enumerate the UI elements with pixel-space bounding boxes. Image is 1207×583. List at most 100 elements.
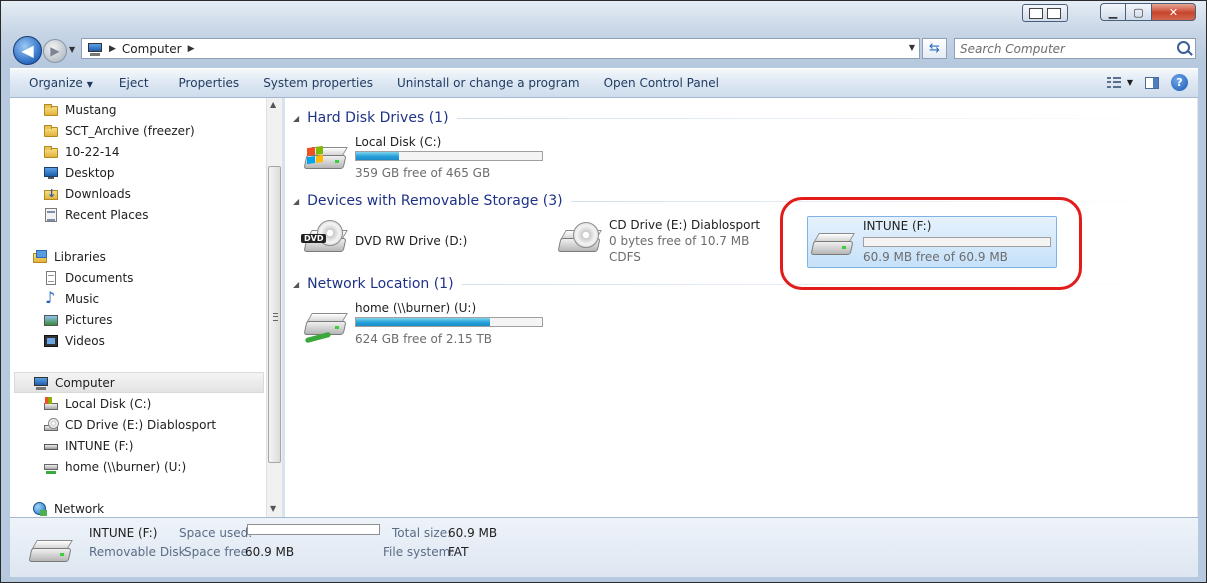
total-size-value: 60.9 MB [448,526,498,540]
content-divider [1197,98,1198,517]
search-icon[interactable] [1177,41,1190,54]
nav-scrollbar[interactable]: ▲ ▼ [266,98,282,517]
nav-item-documents[interactable]: Documents [43,267,133,288]
uninstall-program-button[interactable]: Uninstall or change a program [383,76,590,90]
forward-button[interactable]: ▶ [43,39,67,63]
back-button[interactable]: ◀ [13,36,42,65]
nav-item-computer[interactable]: Computer [14,372,264,393]
group-header-hard-disk-drives[interactable]: ◢ Hard Disk Drives (1) [293,108,1173,128]
group-divider [456,117,1173,119]
scroll-down-arrow-icon[interactable]: ▼ [270,504,276,513]
recent-pages-dropdown[interactable]: ▼ [69,45,75,54]
computer-icon [33,375,49,391]
address-dropdown-icon[interactable]: ▼ [909,43,915,52]
nav-item-home-network[interactable]: home (\\burner) (U:) [43,456,186,477]
minimize-button[interactable]: ▁ [1100,3,1126,21]
nav-item-downloads[interactable]: Downloads [43,183,131,204]
organize-label: Organize [29,76,83,90]
close-button[interactable]: ✕ [1152,3,1196,21]
nav-item-recent-places[interactable]: Recent Places [43,204,148,225]
grip-icon [273,313,278,321]
open-control-panel-button[interactable]: Open Control Panel [590,76,729,90]
network-drive-icon [43,459,59,475]
nav-item-10-22-14[interactable]: 10-22-14 [43,141,119,162]
network-drive-icon [303,309,348,344]
nav-item-music[interactable]: Music [43,288,99,309]
toolbar-right-icons: ▼ ? [1106,74,1188,91]
downloads-icon [43,186,59,202]
nav-item-label: Computer [55,375,115,390]
address-bar[interactable]: ▶ Computer ▶ ▼ [81,38,920,59]
collapse-triangle-icon[interactable]: ◢ [293,114,299,123]
maximize-button[interactable]: ▢ [1126,3,1152,21]
nav-item-label: Music [65,291,100,306]
nav-item-intune[interactable]: INTUNE (F:) [43,435,133,456]
nav-item-network[interactable]: Network [32,498,104,517]
drive-free-space: 359 GB free of 465 GB [355,166,491,180]
refresh-button[interactable]: ⇆ [922,38,947,59]
scroll-up-arrow-icon[interactable]: ▲ [270,100,276,109]
nav-item-cd-drive[interactable]: CD Drive (E:) Diablosport [43,414,216,435]
pictures-icon [43,312,59,328]
drive-name: DVD RW Drive (D:) [355,234,468,248]
nav-item-label: Videos [65,333,105,348]
nav-item-label: SCT_Archive (freezer) [65,123,195,138]
nav-item-videos[interactable]: Videos [43,330,105,351]
nav-item-libraries[interactable]: Libraries [32,246,106,267]
drive-name: CD Drive (E:) Diablosport [609,218,761,232]
details-drive-name: INTUNE (F:) [89,526,158,540]
collapse-triangle-icon[interactable]: ◢ [293,197,299,206]
hard-drive-icon [303,143,348,173]
nav-item-label: Mustang [65,102,117,117]
nav-item-sct-archive[interactable]: SCT_Archive (freezer) [43,120,195,141]
nav-item-desktop[interactable]: Desktop [43,162,115,183]
space-free-label: Space free: [184,545,253,559]
nav-item-label: INTUNE (F:) [65,438,134,453]
computer-icon [87,41,103,57]
eject-button[interactable]: Eject [103,76,159,90]
details-drive-type: Removable Disk [89,545,186,559]
search-input[interactable] [955,39,1175,58]
usage-bar [355,317,543,327]
change-view-button[interactable]: ▼ [1106,76,1133,89]
drive-tile-dvd[interactable]: DVD DVD RW Drive (D:) [301,216,553,268]
drive-tile-local-disk[interactable]: Local Disk (C:) 359 GB free of 465 GB [303,133,553,185]
properties-button[interactable]: Properties [159,76,250,90]
group-title: Network Location (1) [307,276,454,292]
documents-icon [43,270,59,286]
breadcrumb-computer[interactable]: Computer [122,42,182,56]
drive-tile-cd[interactable]: CD Drive (E:) Diablosport 0 bytes free o… [557,216,807,268]
scrollbar-thumb[interactable] [268,166,281,463]
details-usage-bar [247,524,380,535]
nav-item-label: Desktop [65,165,115,180]
details-pane: INTUNE (F:) Removable Disk Space used: S… [10,517,1198,577]
organize-menu[interactable]: Organize ▼ [10,76,103,90]
search-box[interactable] [954,38,1196,59]
space-used-label: Space used: [179,526,253,540]
file-system-value: FAT [448,545,469,559]
views-icon [1106,76,1121,89]
drive-tile-home-network[interactable]: home (\\burner) (U:) 624 GB free of 2.15… [303,299,553,351]
preview-pane-icon[interactable] [1145,76,1159,89]
nav-item-label: Libraries [54,249,106,264]
nav-item-label: Documents [65,270,134,285]
group-title: Devices with Removable Storage (3) [307,193,563,209]
navigation-pane: Mustang SCT_Archive (freezer) 10-22-14 D… [10,98,266,517]
nav-item-label: 10-22-14 [65,144,120,159]
explorer-window: ▁ ▢ ✕ ◀ ▶ ▼ ▶ Computer ▶ ▼ ⇆ Organize▼ E… [0,0,1207,583]
nav-item-mustang[interactable]: Mustang [43,99,117,120]
usage-bar-fill [356,152,399,160]
chevron-right-icon[interactable]: ▶ [188,44,195,54]
dvd-label-icon: DVD [301,234,327,243]
nav-item-label: home (\\burner) (U:) [65,459,187,474]
nav-item-pictures[interactable]: Pictures [43,309,113,330]
chevron-right-icon[interactable]: ▶ [109,44,116,54]
nav-item-local-disk[interactable]: Local Disk (C:) [43,393,151,414]
window-switch-button[interactable] [1022,4,1068,22]
system-properties-button[interactable]: System properties [249,76,383,90]
collapse-triangle-icon[interactable]: ◢ [293,280,299,289]
caption-buttons: ▁ ▢ ✕ [1100,3,1196,21]
chevron-down-icon: ▼ [1126,78,1133,87]
space-free-value: 60.9 MB [245,545,295,559]
help-icon[interactable]: ? [1171,74,1188,91]
